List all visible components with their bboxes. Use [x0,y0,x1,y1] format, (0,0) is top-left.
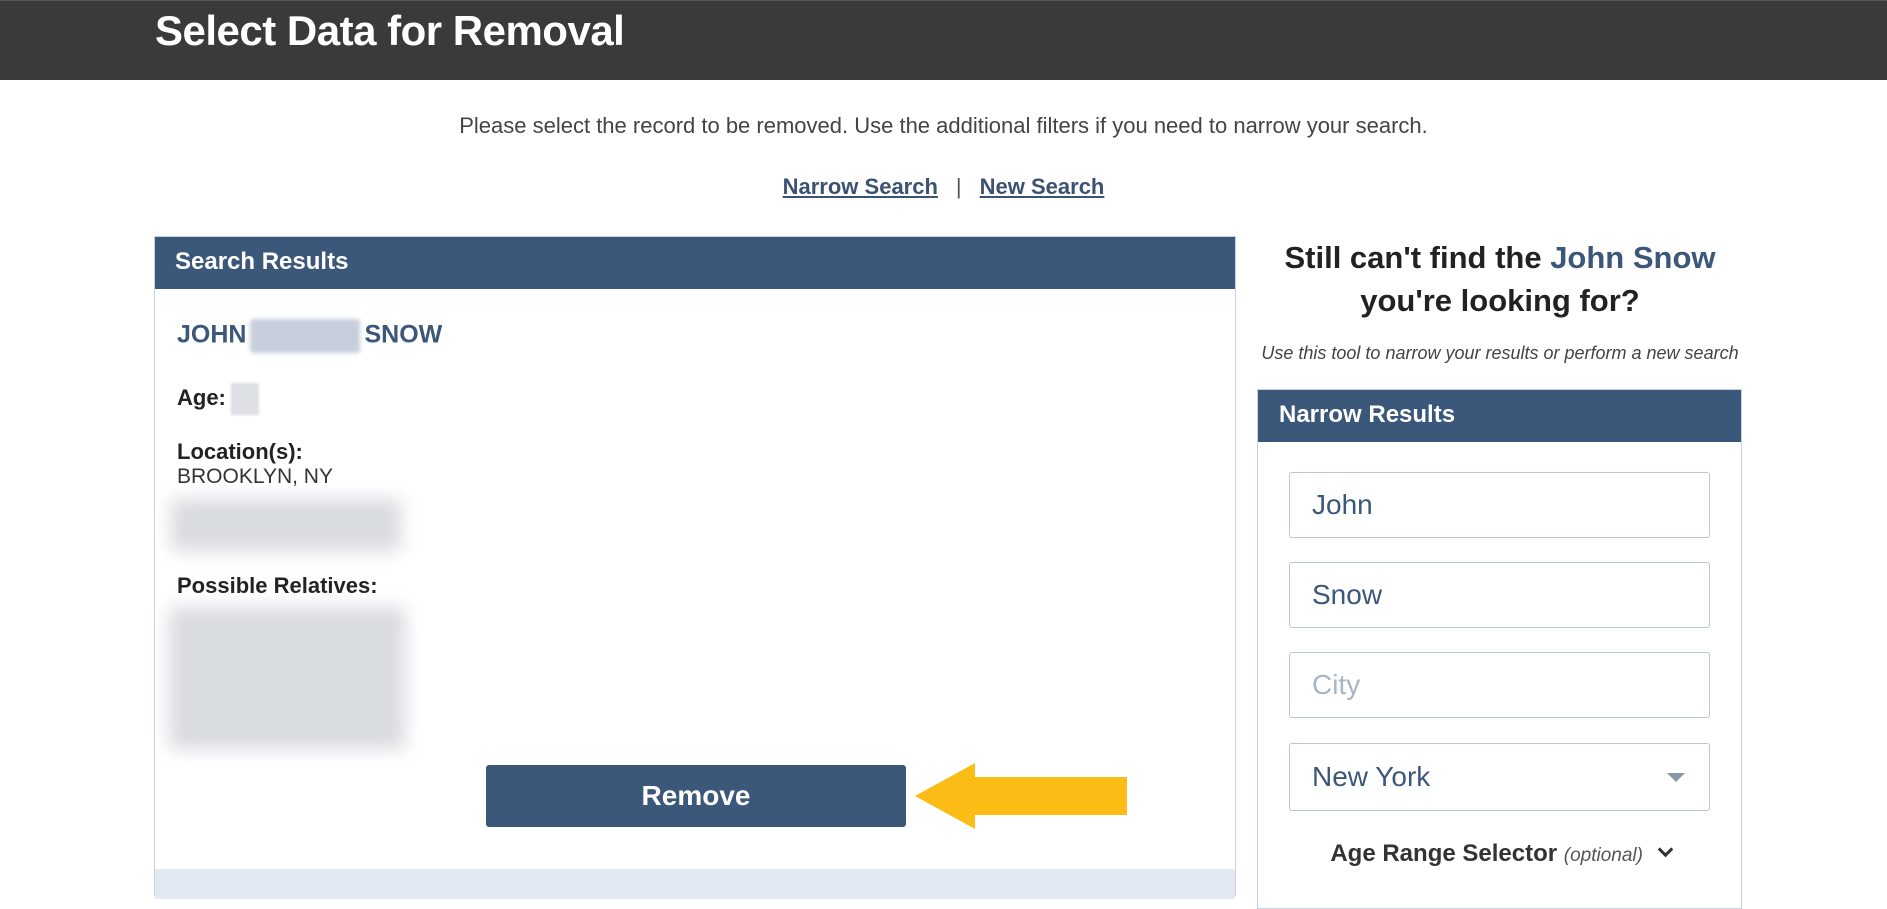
age-range-optional: (optional) [1563,845,1643,866]
page-title: Select Data for Removal [155,7,625,54]
location-label: Location(s): [177,439,303,464]
result-record: JOHN SNOW Age: Location(s): BROOKLYN, NY … [155,289,1235,899]
still-cant-find-heading: Still can't find the John Snow you're lo… [1258,236,1742,322]
search-links: Narrow Search | New Search [0,174,1887,200]
narrow-search-link[interactable]: Narrow Search [783,174,938,199]
narrow-results-title: Narrow Results [1258,390,1741,442]
new-search-link[interactable]: New Search [980,174,1105,199]
redacted-relatives [169,607,405,749]
result-name: JOHN SNOW [177,319,442,353]
narrow-tool-subtitle: Use this tool to narrow your results or … [1261,343,1739,363]
result-last-name: SNOW [364,320,443,349]
redacted-age [231,383,259,415]
result-first-name: JOHN [177,320,247,349]
intro-text: Please select the record to be removed. … [459,113,1428,138]
still-name: John Snow [1550,240,1716,275]
age-label: Age: [177,385,226,410]
still-suffix: you're looking for? [1360,283,1640,318]
chevron-down-icon [1657,841,1673,858]
age-range-selector-toggle[interactable]: Age Range Selector (optional) [1258,840,1743,868]
redacted-middle-name [250,319,361,353]
narrow-results-panel: Narrow Results New York Age Range Select… [1257,389,1742,909]
link-separator: | [955,174,962,199]
arrow-shape [915,763,1127,829]
last-name-input[interactable] [1289,562,1710,628]
first-name-input[interactable] [1289,472,1710,538]
arrow-left-icon [915,763,1127,829]
remove-button[interactable]: Remove [486,765,906,827]
search-results-title: Search Results [155,237,1235,289]
results-footer-strip [155,869,1235,899]
redacted-locations [171,499,401,551]
search-results-panel: Search Results JOHN SNOW Age: Location(s)… [154,236,1236,899]
state-select-value: New York [1312,761,1431,792]
state-select[interactable]: New York [1289,743,1710,811]
age-range-label: Age Range Selector [1330,840,1558,867]
still-prefix: Still can't find the [1284,240,1551,275]
city-input[interactable] [1289,652,1710,718]
location-value: BROOKLYN, NY [177,465,333,488]
chevron-down-icon [1667,773,1685,782]
top-header-bar: Select Data for Removal [0,0,1887,80]
relatives-label: Possible Relatives: [177,573,378,598]
